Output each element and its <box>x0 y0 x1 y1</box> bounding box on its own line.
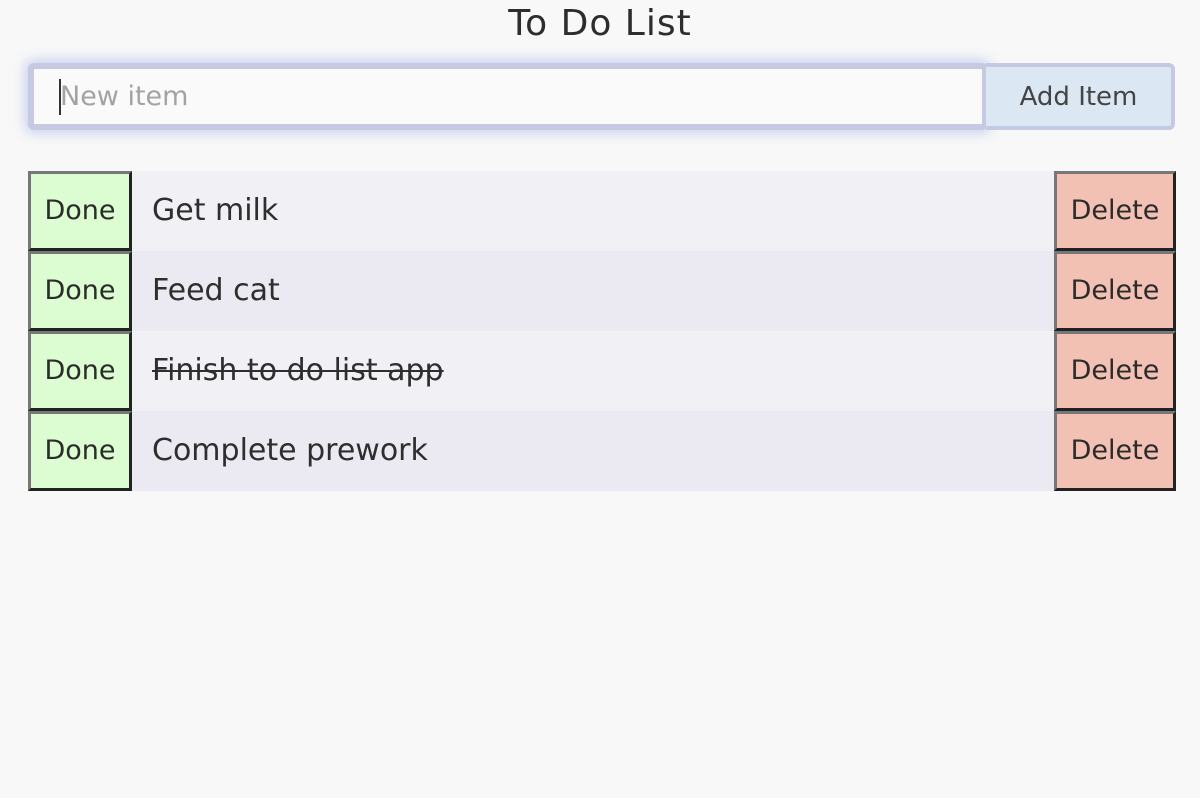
text-caret <box>59 79 61 115</box>
add-item-button[interactable]: Add Item <box>986 63 1175 130</box>
delete-button[interactable]: Delete <box>1054 251 1176 331</box>
delete-button[interactable]: Delete <box>1054 331 1176 411</box>
todo-item: Done Finish to do list app Delete <box>28 331 1176 411</box>
todo-item: Done Complete prework Delete <box>28 411 1176 491</box>
done-button[interactable]: Done <box>28 411 132 491</box>
done-button[interactable]: Done <box>28 251 132 331</box>
todo-item-text[interactable]: Finish to do list app <box>152 331 444 411</box>
done-button[interactable]: Done <box>28 331 132 411</box>
new-item-input[interactable] <box>28 63 988 130</box>
done-button[interactable]: Done <box>28 171 132 251</box>
todo-list: Done Get milk Delete Done Feed cat Delet… <box>28 171 1176 491</box>
todo-item: Done Get milk Delete <box>28 171 1176 251</box>
todo-item-text[interactable]: Complete prework <box>152 411 428 491</box>
todo-item-text[interactable]: Get milk <box>152 171 278 251</box>
todo-item: Done Feed cat Delete <box>28 251 1176 331</box>
todo-item-text[interactable]: Feed cat <box>152 251 280 331</box>
delete-button[interactable]: Delete <box>1054 171 1176 251</box>
add-item-form: Add Item <box>28 63 1175 130</box>
delete-button[interactable]: Delete <box>1054 411 1176 491</box>
page-title: To Do List <box>508 3 692 44</box>
